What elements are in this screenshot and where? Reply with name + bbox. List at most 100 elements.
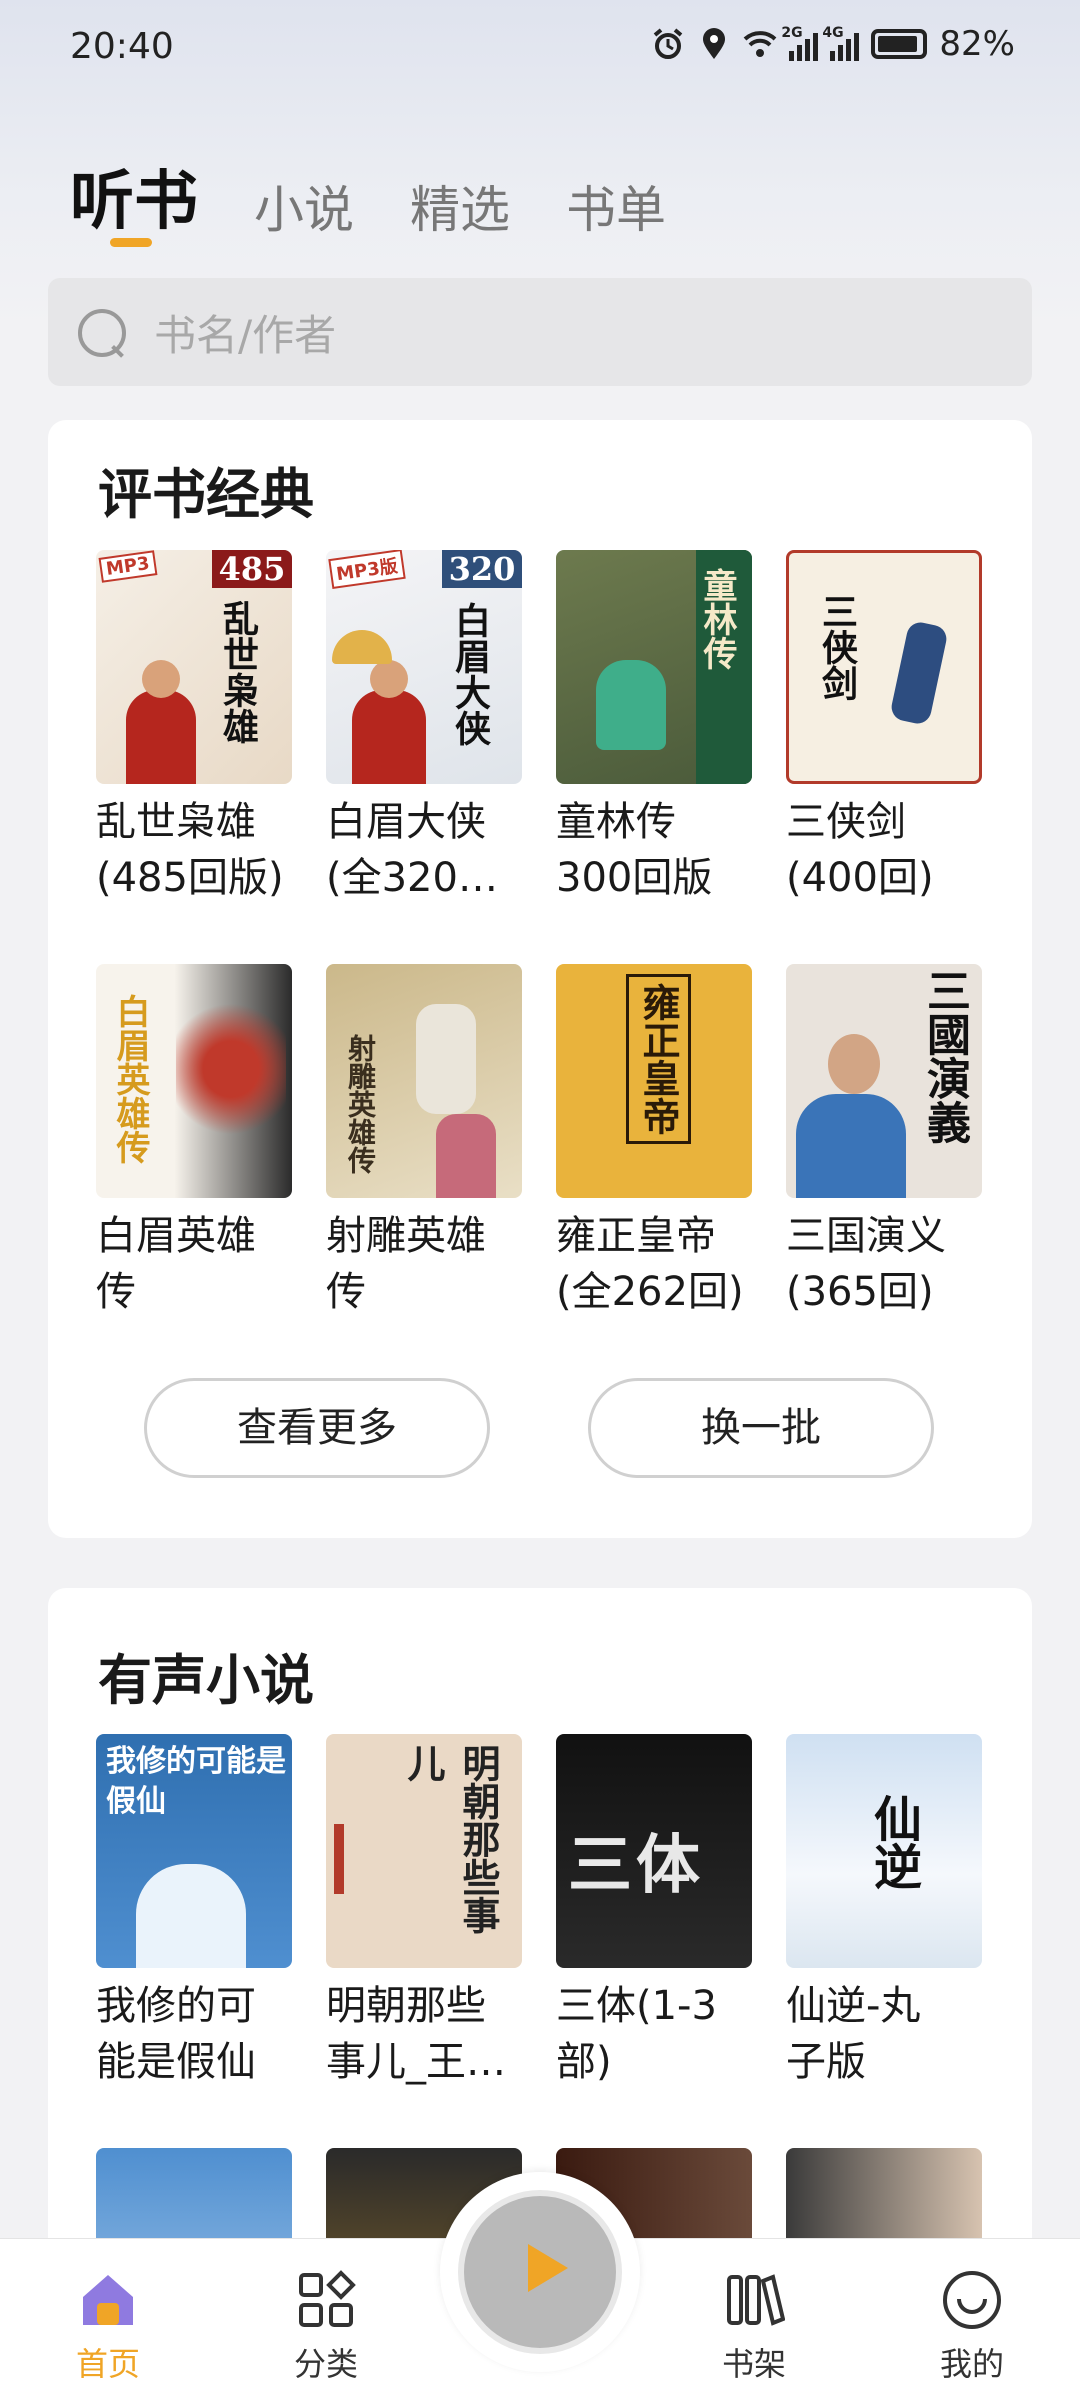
cover-title: 三侠剑	[816, 593, 858, 701]
performer-figure	[126, 690, 196, 784]
book-item[interactable]: 雍正皇帝 雍正皇帝 (全262回)	[556, 964, 752, 1320]
red-seal	[334, 1824, 344, 1894]
archer-figure	[416, 1004, 476, 1114]
heroine-figure	[436, 1114, 496, 1198]
cover-title: 三体	[568, 1829, 704, 1903]
mp3-badge: MP3	[98, 550, 158, 583]
book-cover: 明朝那些事儿	[326, 1734, 522, 1968]
search-icon	[76, 307, 126, 357]
book-cover: 三侠剑	[786, 550, 982, 784]
book-cover: 童林传	[556, 550, 752, 784]
nav-label: 我的	[939, 2345, 1004, 2383]
swordsman-figure	[889, 619, 949, 727]
book-title-line2: 能是假仙	[96, 2039, 256, 2085]
cover-title: 明朝那些事儿	[401, 1744, 501, 1934]
episode-badge: 320	[442, 550, 522, 588]
status-icons: 2G 4G 82%	[651, 24, 1015, 64]
view-more-button[interactable]: 查看更多	[144, 1378, 490, 1478]
nav-category[interactable]: 分类	[266, 2269, 386, 2385]
book-title-line1: 童林传	[556, 799, 676, 845]
book-item[interactable]: 我修的可能是假仙 我修的可 能是假仙	[96, 1734, 292, 2090]
book-title-line2: 传	[96, 1269, 136, 1315]
book-cover: 我修的可能是假仙	[96, 1734, 292, 1968]
section-storytelling-classics: 评书经典 MP3 485 乱世枭雄 乱世枭雄 (485回版) MP3版 320 …	[48, 420, 1032, 1538]
book-title-line1: 我修的可	[96, 1983, 256, 2029]
nav-label: 书架	[721, 2345, 786, 2383]
book-cover: 三体	[556, 1734, 752, 1968]
performer-head	[828, 1034, 880, 1094]
cover-title: 乱世枭雄	[217, 600, 259, 744]
performer-head	[142, 660, 180, 698]
refresh-batch-button[interactable]: 换一批	[588, 1378, 934, 1478]
red-splash	[176, 994, 286, 1144]
book-cover: 三國演義	[786, 964, 982, 1198]
nav-label: 分类	[293, 2345, 358, 2383]
section-title: 评书经典	[98, 463, 314, 526]
book-title-line2: (485回版)	[96, 855, 284, 901]
book-title-line1: 三侠剑	[786, 799, 906, 845]
location-icon	[703, 28, 726, 59]
tab-featured[interactable]: 精选	[410, 170, 510, 242]
book-title-line1: 三体(1-3	[556, 1983, 717, 2029]
tab-listen[interactable]: 听书	[70, 150, 198, 242]
profile-icon	[941, 2269, 1003, 2331]
fan-shape	[332, 630, 392, 664]
book-item[interactable]: MP3版 320 白眉大侠 白眉大侠 (全320…	[326, 550, 522, 906]
battery-icon	[871, 29, 928, 59]
nav-home[interactable]: 首页	[48, 2269, 168, 2385]
top-tabs: 听书 小说 精选 书单	[70, 150, 666, 242]
book-cover: MP3版 320 白眉大侠	[326, 550, 522, 784]
book-item[interactable]: 射雕英雄传 射雕英雄 传	[326, 964, 522, 1320]
book-item[interactable]: 仙逆 仙逆-丸 子版	[786, 1734, 982, 2090]
book-title-line1: 仙逆-丸	[786, 1983, 921, 2029]
book-item[interactable]: MP3 485 乱世枭雄 乱世枭雄 (485回版)	[96, 550, 292, 906]
active-tab-indicator	[110, 238, 152, 247]
warrior-figure	[596, 660, 666, 750]
signal-4g-icon: 4G	[822, 25, 860, 61]
book-title-line1: 白眉大侠	[326, 799, 486, 845]
book-cover: 白眉英雄传	[96, 964, 292, 1198]
nav-label: 首页	[75, 2345, 140, 2383]
book-title-line1: 雍正皇帝	[556, 1213, 716, 1259]
nav-profile[interactable]: 我的	[912, 2269, 1032, 2385]
book-title-line1: 乱世枭雄	[96, 799, 256, 845]
book-title-line2: (400回)	[786, 855, 934, 901]
tab-booklist[interactable]: 书单	[566, 170, 666, 242]
book-cover: MP3 485 乱世枭雄	[96, 550, 292, 784]
search-placeholder: 书名/作者	[154, 310, 337, 360]
cover-title: 童林传	[697, 568, 737, 670]
cover-title: 白眉大侠	[449, 602, 491, 746]
performer-head	[370, 660, 408, 698]
book-item[interactable]: 白眉英雄传 白眉英雄 传	[96, 964, 292, 1320]
book-item[interactable]: 三体 三体(1-3 部)	[556, 1734, 752, 2090]
book-item[interactable]: 三國演義 三国演义 (365回)	[786, 964, 982, 1320]
book-title-line2: (全320…	[326, 855, 498, 901]
book-item[interactable]: 童林传 童林传 300回版	[556, 550, 752, 906]
cover-title: 仙逆	[865, 1794, 921, 1890]
performer-figure	[796, 1094, 906, 1198]
book-cover: 射雕英雄传	[326, 964, 522, 1198]
tab-novel[interactable]: 小说	[254, 170, 354, 242]
book-item[interactable]: 明朝那些事儿 明朝那些 事儿_王…	[326, 1734, 522, 2090]
mp3-badge: MP3版	[328, 550, 406, 589]
book-cover: 雍正皇帝	[556, 964, 752, 1198]
book-title-line2: (全262回)	[556, 1269, 744, 1315]
status-bar: 20:40 2G 4G 82%	[0, 0, 1080, 96]
cover-title: 白眉英雄传	[110, 994, 150, 1164]
book-title-line1: 射雕英雄	[326, 1213, 486, 1259]
book-item[interactable]: 三侠剑 三侠剑 (400回)	[786, 550, 982, 906]
search-input[interactable]: 书名/作者	[48, 278, 1032, 386]
book-title-line1: 三国演义	[786, 1213, 946, 1259]
play-icon[interactable]	[458, 2190, 622, 2354]
book-cover: 仙逆	[786, 1734, 982, 1968]
signal-2g-icon: 2G	[781, 25, 819, 61]
cartoon-figure	[136, 1864, 246, 1968]
nav-bookshelf[interactable]: 书架	[694, 2269, 814, 2385]
book-title-line2: 传	[326, 1269, 366, 1315]
book-title-line2: 事儿_王…	[326, 2039, 506, 2085]
cover-title: 三國演義	[919, 968, 970, 1144]
cover-title: 我修的可能是假仙	[106, 1744, 286, 1819]
battery-percent: 82%	[939, 24, 1015, 64]
alarm-icon	[654, 28, 683, 59]
category-icon	[295, 2269, 357, 2331]
